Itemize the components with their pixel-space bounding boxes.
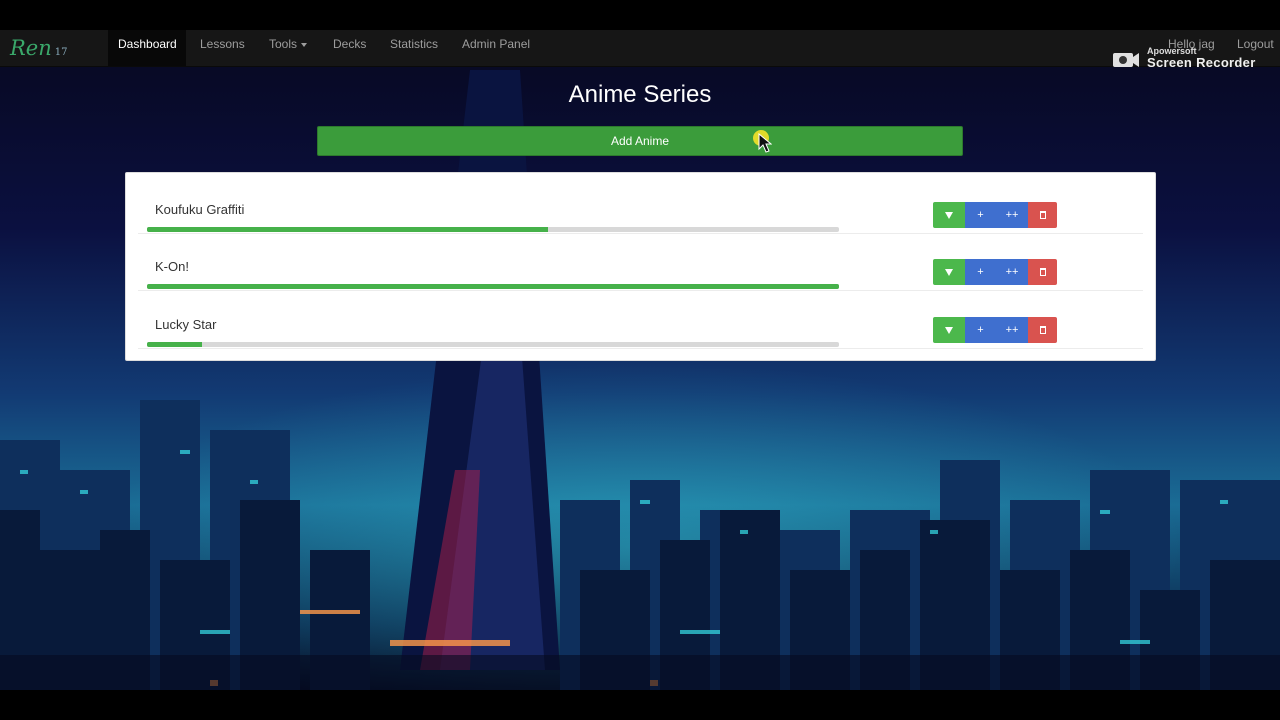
delete-button[interactable] bbox=[1028, 317, 1057, 343]
delete-button[interactable] bbox=[1028, 202, 1057, 228]
add-anime-button[interactable]: Add Anime bbox=[317, 126, 963, 156]
expand-button[interactable] bbox=[933, 202, 965, 228]
nav-statistics-label: Statistics bbox=[390, 37, 439, 51]
letterbox-bottom bbox=[0, 690, 1280, 720]
delete-button[interactable] bbox=[1028, 259, 1057, 285]
anime-title[interactable]: K-On! bbox=[155, 259, 189, 274]
nav-tools-dropdown[interactable]: Tools bbox=[259, 30, 317, 66]
top-navbar: Ren 17 Dashboard Lessons Tools Decks Stat… bbox=[0, 30, 1280, 67]
row-button-group: + ++ bbox=[933, 317, 1057, 343]
anime-list-panel: Koufuku Graffiti + ++ K-On! + ++ Lucky S… bbox=[125, 172, 1156, 361]
expand-button[interactable] bbox=[933, 259, 965, 285]
trash-icon bbox=[1039, 268, 1046, 277]
brand-logo[interactable]: Ren 17 bbox=[10, 34, 96, 62]
nav-decks-label: Decks bbox=[333, 37, 367, 51]
increment-multiple-button[interactable]: ++ bbox=[996, 202, 1028, 228]
increment-multiple-button[interactable]: ++ bbox=[996, 317, 1028, 343]
increment-button[interactable]: + bbox=[965, 202, 996, 228]
progress-track bbox=[147, 227, 839, 232]
triangle-down-icon bbox=[945, 326, 953, 334]
nav-admin-panel-label: Admin Panel bbox=[462, 37, 531, 51]
progress-track bbox=[147, 284, 839, 289]
row-button-group: + ++ bbox=[933, 259, 1057, 285]
trash-icon bbox=[1039, 326, 1046, 335]
camera-icon bbox=[1113, 53, 1139, 67]
increment-button[interactable]: + bbox=[965, 317, 996, 343]
nav-tools-label: Tools bbox=[269, 37, 298, 51]
nav-statistics[interactable]: Statistics bbox=[380, 30, 448, 66]
nav-lessons-label: Lessons bbox=[200, 37, 245, 51]
triangle-down-icon bbox=[945, 268, 953, 276]
screen-recorder-watermark: Apowersoft Screen Recorder bbox=[1112, 46, 1272, 74]
trash-icon bbox=[1039, 211, 1046, 220]
nav-dashboard[interactable]: Dashboard bbox=[108, 30, 186, 66]
increment-multiple-button[interactable]: ++ bbox=[996, 259, 1028, 285]
progress-track bbox=[147, 342, 839, 347]
anime-title[interactable]: Koufuku Graffiti bbox=[155, 202, 244, 217]
nav-admin-panel[interactable]: Admin Panel bbox=[452, 30, 540, 66]
progress-fill bbox=[147, 227, 549, 232]
row-button-group: + ++ bbox=[933, 202, 1057, 228]
progress-fill bbox=[147, 342, 203, 347]
brand-logo-sub: 17 bbox=[54, 47, 68, 58]
increment-button[interactable]: + bbox=[965, 259, 996, 285]
mouse-pointer-icon bbox=[758, 133, 772, 153]
anime-row: Lucky Star + ++ bbox=[138, 298, 1143, 349]
page-title: Anime Series bbox=[568, 81, 712, 108]
watermark-product: Screen Recorder bbox=[1147, 55, 1256, 70]
nav-dashboard-label: Dashboard bbox=[118, 37, 177, 51]
progress-fill bbox=[147, 284, 839, 289]
nav-lessons[interactable]: Lessons bbox=[190, 30, 255, 66]
triangle-down-icon bbox=[945, 211, 953, 219]
letterbox-top bbox=[0, 0, 1280, 30]
anime-row: K-On! + ++ bbox=[138, 240, 1143, 291]
expand-button[interactable] bbox=[933, 317, 965, 343]
nav-decks[interactable]: Decks bbox=[323, 30, 376, 66]
caret-down-icon bbox=[301, 42, 308, 47]
anime-row: Koufuku Graffiti + ++ bbox=[138, 183, 1143, 234]
brand-logo-text: Ren bbox=[10, 36, 52, 60]
anime-title[interactable]: Lucky Star bbox=[155, 317, 216, 332]
